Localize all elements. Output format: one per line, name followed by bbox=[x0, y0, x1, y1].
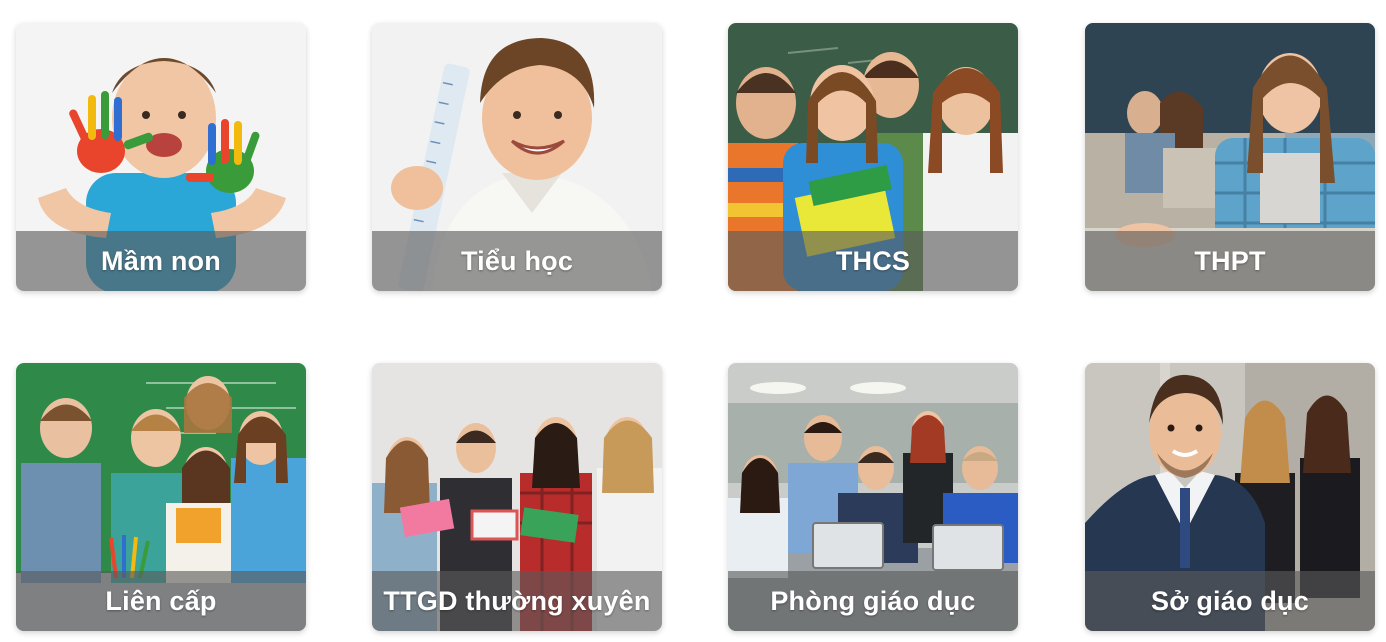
card-label: Sở giáo dục bbox=[1151, 585, 1309, 616]
card-label: THPT bbox=[1194, 245, 1266, 276]
card-caption: Tiểu học bbox=[372, 231, 662, 291]
card-caption: Phòng giáo dục bbox=[728, 571, 1018, 631]
card-label: THCS bbox=[835, 245, 911, 276]
card-label: Liên cấp bbox=[105, 585, 217, 616]
card-caption: TTGD thường xuyên bbox=[372, 571, 662, 631]
card-label: TTGD thường xuyên bbox=[383, 585, 651, 616]
card-so-giao-duc[interactable]: Sở giáo dục bbox=[1085, 363, 1375, 631]
card-ttgd-thuong-xuyen[interactable]: TTGD thường xuyên bbox=[372, 363, 662, 631]
card-caption: Mầm non bbox=[16, 231, 306, 291]
card-phong-giao-duc[interactable]: Phòng giáo dục bbox=[728, 363, 1018, 631]
education-level-grid: Mầm non Tiểu học THCS THPT Liên cấp TTGD… bbox=[0, 0, 1386, 642]
card-label: Mầm non bbox=[101, 245, 221, 276]
card-caption: THCS bbox=[728, 231, 1018, 291]
card-tieu-hoc[interactable]: Tiểu học bbox=[372, 23, 662, 291]
card-caption: THPT bbox=[1085, 231, 1375, 291]
card-label: Tiểu học bbox=[460, 245, 574, 276]
card-caption: Liên cấp bbox=[16, 571, 306, 631]
card-caption: Sở giáo dục bbox=[1085, 571, 1375, 631]
card-mam-non[interactable]: Mầm non bbox=[16, 23, 306, 291]
card-thpt[interactable]: THPT bbox=[1085, 23, 1375, 291]
card-thcs[interactable]: THCS bbox=[728, 23, 1018, 291]
card-lien-cap[interactable]: Liên cấp bbox=[16, 363, 306, 631]
card-label: Phòng giáo dục bbox=[770, 585, 976, 616]
